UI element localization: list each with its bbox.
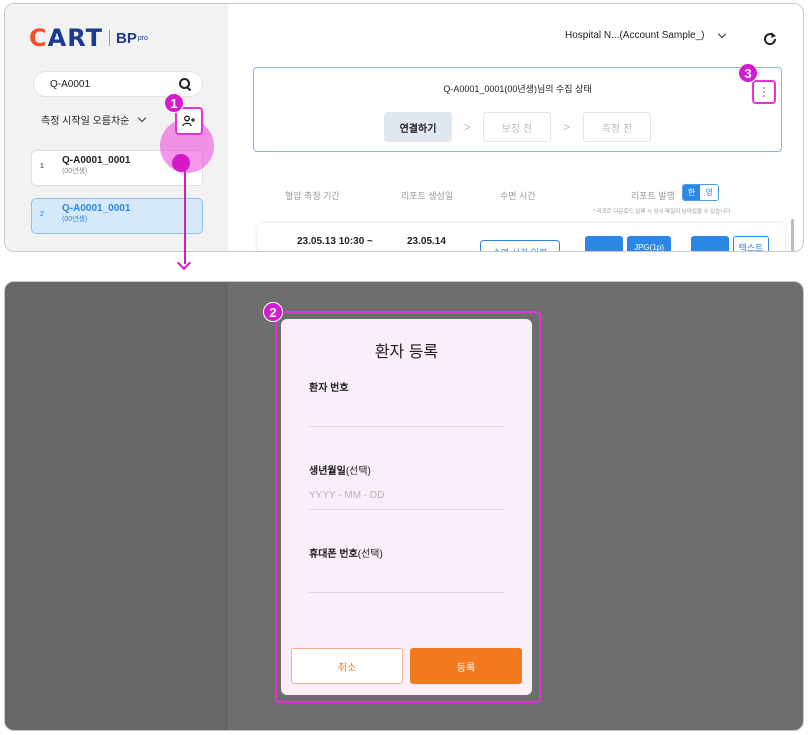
phone-field[interactable] bbox=[309, 592, 505, 593]
flow-connector bbox=[184, 168, 186, 264]
kebab-icon bbox=[763, 87, 765, 97]
main-screen: CART BP pro Q-A0001 측정 시작일 오름차순 1 Q-A000… bbox=[4, 3, 804, 252]
lang-english[interactable]: 영 bbox=[700, 185, 718, 200]
status-title: Q-A0001_0001(00년생)님의 수집 상태 bbox=[443, 84, 592, 94]
patient-list-item-selected[interactable]: 2 Q-A0001_0001 (00년생) bbox=[31, 198, 203, 234]
report-download-button-2[interactable] bbox=[691, 236, 729, 251]
sleep-time-input-button[interactable]: 수면 시간 입력 bbox=[480, 240, 560, 251]
sidebar: CART BP pro Q-A0001 측정 시작일 오름차순 1 Q-A000… bbox=[5, 4, 228, 251]
logo-bp: BP bbox=[115, 29, 137, 47]
lang-korean[interactable]: 한 bbox=[683, 185, 701, 200]
step-calibration: 보정 전 bbox=[483, 112, 551, 142]
sort-label: 측정 시작일 오름차순 bbox=[41, 116, 130, 127]
col-header-sleep: 수면 시간 bbox=[500, 191, 536, 201]
chevron-down-icon bbox=[717, 29, 726, 39]
scrollbar[interactable] bbox=[791, 219, 794, 251]
patient-birth: (00년생) bbox=[62, 168, 88, 175]
step-arrow: > bbox=[563, 120, 571, 134]
report-note: * 리포트 다운로드 실패 시 임시 파일이 남아있을 수 있습니다. bbox=[593, 209, 732, 215]
col-header-created: 리포트 생성일 bbox=[401, 191, 454, 201]
patient-birth: (00년생) bbox=[62, 216, 88, 223]
patient-name: Q-A0001_0001 bbox=[62, 203, 131, 214]
row-created: 23.05.14 bbox=[407, 236, 446, 247]
jpg-download-button[interactable]: JPG(1p) bbox=[627, 236, 671, 251]
arrow-down-icon bbox=[176, 255, 192, 271]
dimmed-sidebar bbox=[5, 282, 228, 730]
patient-registration-modal: 환자 등록 환자 번호 생년월일(선택) YYYY - MM - DD 휴대폰 … bbox=[281, 319, 532, 695]
search-value: Q-A0001 bbox=[50, 78, 91, 90]
account-dropdown[interactable]: Hospital N...(Account Sample_) bbox=[565, 29, 726, 41]
register-button[interactable]: 등록 bbox=[410, 648, 522, 684]
chevron-down-icon bbox=[138, 113, 147, 123]
phone-label: 휴대폰 번호(선택) bbox=[309, 549, 383, 560]
birth-label: 생년월일(선택) bbox=[309, 466, 371, 477]
col-header-report: 리포트 발행 bbox=[631, 191, 675, 201]
cancel-button[interactable]: 취소 bbox=[291, 648, 403, 684]
birth-field[interactable]: YYYY - MM - DD bbox=[309, 490, 384, 501]
modal-title: 환자 등록 bbox=[374, 344, 439, 361]
patient-number-field[interactable] bbox=[309, 426, 505, 427]
logo-pro: pro bbox=[137, 34, 148, 42]
patient-name: Q-A0001_0001 bbox=[62, 155, 131, 166]
add-user-icon bbox=[182, 115, 195, 127]
refresh-icon[interactable] bbox=[757, 26, 783, 52]
more-options-button[interactable] bbox=[752, 80, 776, 104]
annotation-badge-1: 1 bbox=[164, 93, 184, 113]
language-toggle[interactable]: 한 영 bbox=[682, 184, 719, 201]
patient-number-label: 환자 번호 bbox=[309, 383, 349, 394]
logo-cart: CART bbox=[29, 24, 103, 52]
report-download-button[interactable] bbox=[585, 236, 623, 251]
tap-point bbox=[172, 154, 190, 172]
row-period: 23.05.13 10:30 ~ bbox=[297, 236, 373, 247]
birth-field-line bbox=[309, 509, 505, 510]
sort-dropdown[interactable]: 측정 시작일 오름차순 bbox=[41, 112, 147, 127]
step-arrow: > bbox=[464, 120, 472, 134]
step-measurement: 측정 전 bbox=[583, 112, 651, 142]
search-icon[interactable] bbox=[178, 77, 192, 91]
collection-status-panel: Q-A0001_0001(00년생)님의 수집 상태 연결하기 > 보정 전 >… bbox=[253, 67, 782, 152]
logo: CART BP pro bbox=[29, 24, 148, 52]
annotation-badge-3: 3 bbox=[738, 63, 758, 83]
annotation-badge-2: 2 bbox=[263, 302, 283, 322]
step-connect[interactable]: 연결하기 bbox=[384, 112, 452, 142]
col-header-period: 혈압 측정 기간 bbox=[285, 191, 340, 201]
modal-screen: 환자 등록 환자 번호 생년월일(선택) YYYY - MM - DD 휴대폰 … bbox=[4, 281, 804, 731]
account-name: Hospital N...(Account Sample_) bbox=[565, 30, 705, 41]
text-report-button[interactable]: 텍스트 bbox=[733, 236, 769, 251]
